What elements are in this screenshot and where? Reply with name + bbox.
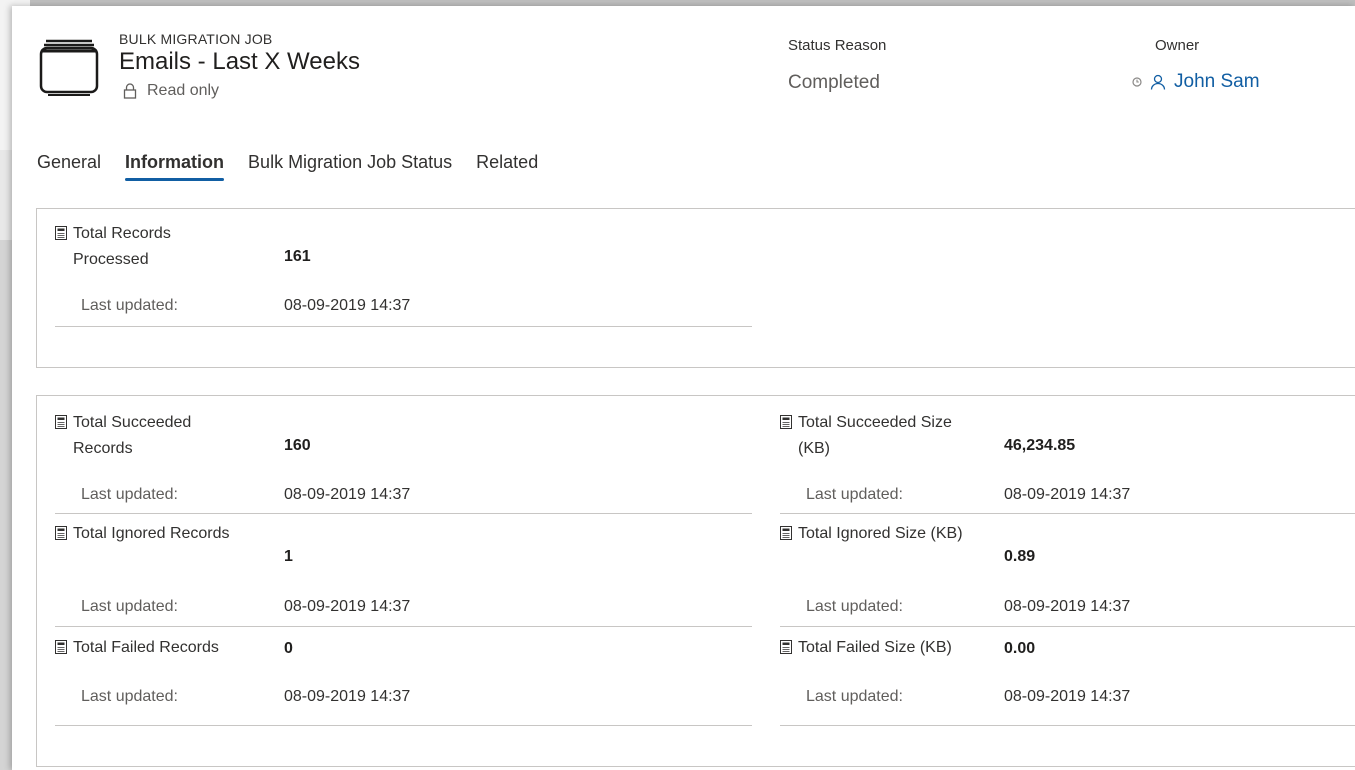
person-icon [1150,74,1166,90]
total-failed-records-value: 0 [284,640,293,657]
total-succeeded-records-value: 160 [284,437,311,454]
calculator-icon [780,640,792,654]
total-records-processed-value: 161 [284,248,311,265]
total-succeeded-size-value: 46,234.85 [1004,437,1076,454]
field-divider [780,725,1355,726]
record-form-panel: BULK MIGRATION JOB Emails - Last X Weeks… [12,6,1355,770]
last-updated-label: Last updated: [806,598,903,615]
total-ignored-records-value: 1 [284,548,293,565]
field-divider [55,513,752,514]
totals-section: Total Succeeded Records 160 Last updated… [36,395,1355,767]
processed-section: Total Records Processed 161 Last updated… [36,208,1355,368]
last-updated-value: 08-09-2019 14:37 [284,486,411,503]
last-updated-value: 08-09-2019 14:37 [284,297,411,314]
field-divider [55,326,752,327]
last-updated-label: Last updated: [81,688,178,705]
tab-bulk-migration-job-status[interactable]: Bulk Migration Job Status [248,152,452,181]
field-divider [55,725,752,726]
tab-information[interactable]: Information [125,152,225,181]
tab-general[interactable]: General [37,152,101,181]
calculator-icon [780,526,792,540]
tab-related[interactable]: Related [476,152,538,181]
owner-link[interactable]: John Sam [1174,71,1260,93]
total-ignored-records-label: Total Ignored Records [73,525,230,542]
total-failed-size-value: 0.00 [1004,640,1036,657]
presence-icon [1132,77,1142,87]
total-ignored-size-field: Total Ignored Size (KB) 0.89 Last update… [780,521,1355,627]
calculator-icon [780,415,792,429]
last-updated-value: 08-09-2019 14:37 [1004,598,1131,615]
field-divider [780,513,1355,514]
field-divider [55,626,752,627]
calculator-icon [55,226,67,240]
total-failed-records-field: Total Failed Records 0 Last updated: 08-… [55,635,752,726]
calculator-icon [55,415,67,429]
entity-type-label: BULK MIGRATION JOB [119,31,273,47]
read-only-indicator: Read only [123,82,219,100]
last-updated-label: Last updated: [81,598,178,615]
total-ignored-size-value: 0.89 [1004,548,1036,565]
owner-label: Owner [1155,37,1200,54]
total-failed-size-label: Total Failed Size (KB) [798,639,952,656]
last-updated-label: Last updated: [81,297,178,314]
last-updated-label: Last updated: [81,486,178,503]
last-updated-value: 08-09-2019 14:37 [1004,688,1131,705]
last-updated-value: 08-09-2019 14:37 [1004,486,1131,503]
total-failed-records-label: Total Failed Records [73,639,219,656]
total-succeeded-size-field: Total Succeeded Size (KB) 46,234.85 Last… [780,410,1355,514]
status-reason-label: Status Reason [788,37,887,54]
window-icon [39,39,99,96]
total-succeeded-records-label: Total Succeeded Records [73,414,192,457]
total-ignored-size-label: Total Ignored Size (KB) [798,525,963,542]
status-reason-value: Completed [788,72,880,93]
total-ignored-records-field: Total Ignored Records 1 Last updated: 08… [55,521,752,627]
owner-field: John Sam [1132,71,1260,93]
record-title: Emails - Last X Weeks [119,48,360,75]
lock-icon [123,83,137,99]
total-succeeded-records-field: Total Succeeded Records 160 Last updated… [55,410,752,514]
tab-list: General Information Bulk Migration Job S… [37,152,562,181]
total-records-processed-field: Total Records Processed 161 Last updated… [55,221,752,327]
total-records-processed-label: Total Records Processed [73,225,171,268]
total-succeeded-size-label: Total Succeeded Size (KB) [798,414,952,457]
calculator-icon [55,526,67,540]
read-only-text: Read only [147,82,220,99]
last-updated-value: 08-09-2019 14:37 [284,688,411,705]
calculator-icon [55,640,67,654]
field-divider [780,626,1355,627]
last-updated-label: Last updated: [806,688,903,705]
last-updated-label: Last updated: [806,486,903,503]
total-failed-size-field: Total Failed Size (KB) 0.00 Last updated… [780,635,1355,726]
last-updated-value: 08-09-2019 14:37 [284,598,411,615]
